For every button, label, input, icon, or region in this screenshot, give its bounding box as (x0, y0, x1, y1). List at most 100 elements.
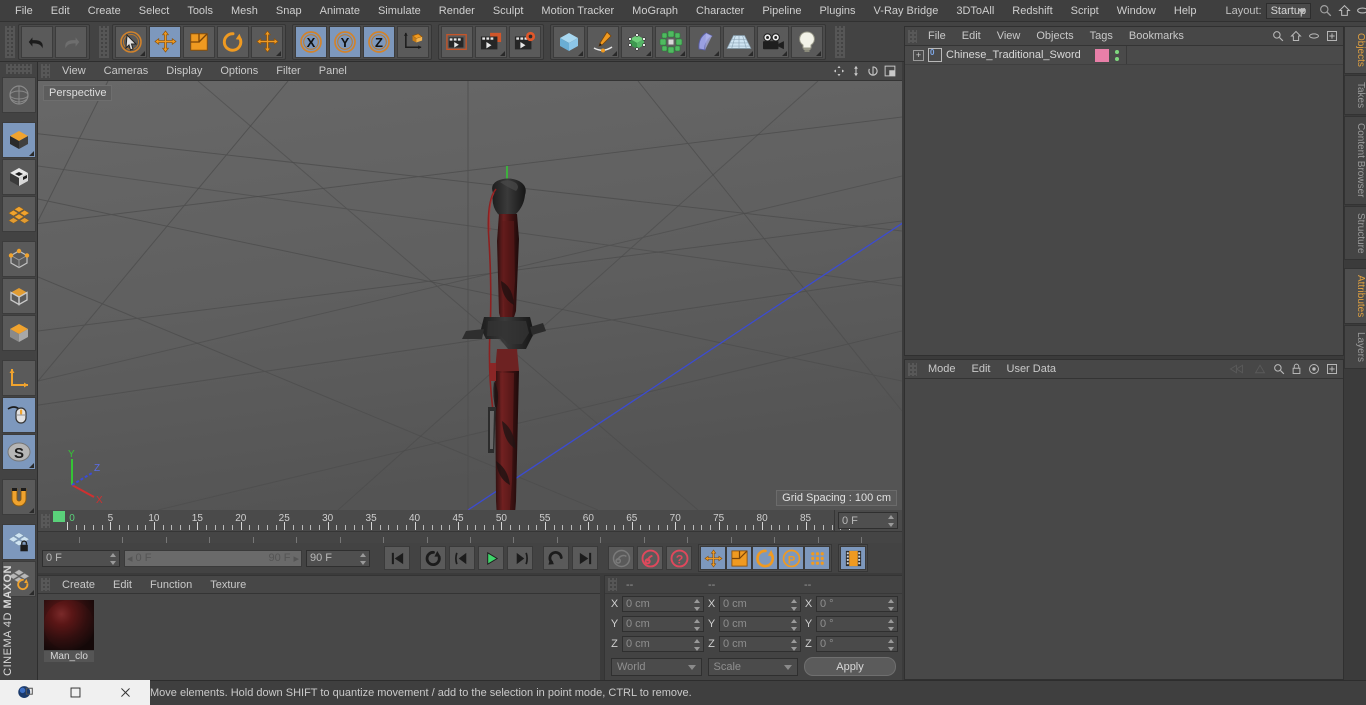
menu-item-create[interactable]: Create (53, 576, 104, 594)
menu-item-bookmarks[interactable]: Bookmarks (1121, 27, 1192, 46)
enable-snapping-mouse-button[interactable] (1, 397, 36, 433)
menu-item-window[interactable]: Window (1108, 0, 1165, 22)
menu-item-create[interactable]: Create (79, 0, 130, 22)
tab-takes[interactable]: Takes (1344, 74, 1366, 116)
position-x-field[interactable]: 0 cm (622, 596, 704, 612)
stepper-icon[interactable] (888, 619, 895, 631)
keyframe-selection-button[interactable]: ? (666, 546, 692, 570)
model-mode-button[interactable] (1, 122, 36, 158)
stepper-icon[interactable] (694, 619, 701, 631)
maximize-view-icon[interactable] (884, 65, 896, 77)
menu-item-edit[interactable]: Edit (104, 576, 141, 594)
material-item[interactable]: Man_clo (44, 600, 94, 662)
viewport-grip[interactable] (41, 64, 50, 78)
search-icon[interactable] (1273, 363, 1285, 375)
texture-mode-button[interactable] (1, 159, 36, 195)
menu-item-animate[interactable]: Animate (311, 0, 369, 22)
menu-item-mograph[interactable]: MoGraph (623, 0, 687, 22)
menu-item-options[interactable]: Options (211, 62, 267, 81)
pan-view-icon[interactable] (833, 65, 845, 77)
workplane-mode-button[interactable] (1, 196, 36, 232)
menu-item-file[interactable]: File (6, 0, 42, 22)
preview-range-bar[interactable]: ◂ 0 F 90 F ▸ (124, 549, 302, 567)
rotation-key-button[interactable] (752, 546, 778, 570)
object-manager-grip[interactable] (908, 29, 917, 43)
menu-item-mode[interactable]: Mode (920, 360, 964, 379)
table-row[interactable]: +0 Chinese_Traditional_Sword (905, 46, 1343, 65)
menu-item-cameras[interactable]: Cameras (95, 62, 158, 81)
position-key-button[interactable] (700, 546, 726, 570)
go-to-previous-frame-button[interactable] (449, 546, 475, 570)
lock-icon[interactable] (1291, 363, 1302, 375)
menu-item-plugins[interactable]: Plugins (810, 0, 864, 22)
palette-grip[interactable] (5, 64, 32, 74)
menu-item-display[interactable]: Display (157, 62, 211, 81)
timeline-ticks[interactable]: 051015202530354045505560657075808590 (53, 510, 855, 532)
go-to-start-button[interactable] (384, 546, 410, 570)
points-mode-button[interactable] (1, 241, 36, 277)
menu-item-select[interactable]: Select (130, 0, 179, 22)
floor-environment-button[interactable] (723, 25, 755, 58)
menu-item-file[interactable]: File (920, 27, 954, 46)
menu-item-panel[interactable]: Panel (310, 62, 356, 81)
viewport-3d[interactable]: Perspective Grid Spacing : 100 cm Y X Z (38, 81, 902, 510)
menu-item-v-ray-bridge[interactable]: V-Ray Bridge (865, 0, 948, 22)
camera-button[interactable] (757, 25, 789, 58)
target-icon[interactable] (1308, 363, 1320, 375)
menu-item-character[interactable]: Character (687, 0, 753, 22)
search-icon[interactable] (1272, 30, 1284, 42)
menu-item-texture[interactable]: Texture (201, 576, 255, 594)
stepper-icon[interactable] (888, 599, 895, 611)
y-axis-button[interactable]: Y (329, 25, 361, 58)
tab-structure[interactable]: Structure (1344, 205, 1366, 261)
history-forward-icon[interactable] (1253, 363, 1267, 375)
app-icon[interactable] (0, 684, 50, 701)
attribute-manager-grip[interactable] (908, 362, 917, 376)
current-frame-marker[interactable] (53, 511, 65, 522)
stepper-icon[interactable] (791, 619, 798, 631)
rotation-x-field[interactable]: 0 ° (816, 596, 898, 612)
x-axis-button[interactable]: X (295, 25, 327, 58)
render-to-picture-viewer-button[interactable] (475, 25, 507, 58)
position-y-field[interactable]: 0 cm (622, 616, 704, 632)
timeline-grip[interactable] (41, 513, 50, 528)
ellipse-icon[interactable] (1308, 30, 1320, 42)
parameter-key-button[interactable] (804, 546, 830, 570)
z-axis-button[interactable]: Z (363, 25, 395, 58)
menu-item-view[interactable]: View (989, 27, 1029, 46)
world-object-coordinate-system-button[interactable] (397, 25, 429, 58)
autokeying-button[interactable] (637, 546, 663, 570)
layout-select[interactable]: Startup (1265, 2, 1312, 19)
timeline-frame-field[interactable]: 0 F (838, 512, 898, 529)
toolbar-grip[interactable] (835, 25, 845, 58)
play-backwards-button[interactable] (420, 546, 446, 570)
visibility-dots-icon[interactable] (1115, 49, 1119, 61)
render-view-button[interactable] (441, 25, 473, 58)
expand-toggle-icon[interactable]: + (913, 49, 924, 61)
material-sphere-icon[interactable] (44, 600, 94, 650)
material-grip[interactable] (41, 578, 50, 591)
menu-item-edit[interactable]: Edit (954, 27, 989, 46)
menu-item-render[interactable]: Render (430, 0, 484, 22)
range-right-arrow-icon[interactable]: ▸ (293, 552, 299, 565)
history-back-icon[interactable] (1229, 363, 1247, 375)
add-panel-icon[interactable] (1326, 30, 1338, 42)
move-button[interactable] (149, 25, 181, 58)
menu-item-sculpt[interactable]: Sculpt (484, 0, 533, 22)
polygons-mode-button[interactable] (1, 315, 36, 351)
stepper-icon[interactable] (694, 599, 701, 611)
stepper-icon[interactable] (360, 552, 367, 565)
menu-item-mesh[interactable]: Mesh (222, 0, 267, 22)
apply-button[interactable]: Apply (804, 657, 896, 676)
menu-item-motion-tracker[interactable]: Motion Tracker (532, 0, 623, 22)
light-button[interactable] (791, 25, 823, 58)
size-z-field[interactable]: 0 cm (719, 636, 801, 652)
rotation-z-field[interactable]: 0 ° (816, 636, 898, 652)
size-y-field[interactable]: 0 cm (719, 616, 801, 632)
home-icon[interactable] (1338, 4, 1351, 17)
menu-item-redshift[interactable]: Redshift (1003, 0, 1061, 22)
position-z-field[interactable]: 0 cm (622, 636, 704, 652)
menu-item-objects[interactable]: Objects (1028, 27, 1081, 46)
close-icon[interactable] (100, 686, 150, 699)
pen-spline-button[interactable] (587, 25, 619, 58)
